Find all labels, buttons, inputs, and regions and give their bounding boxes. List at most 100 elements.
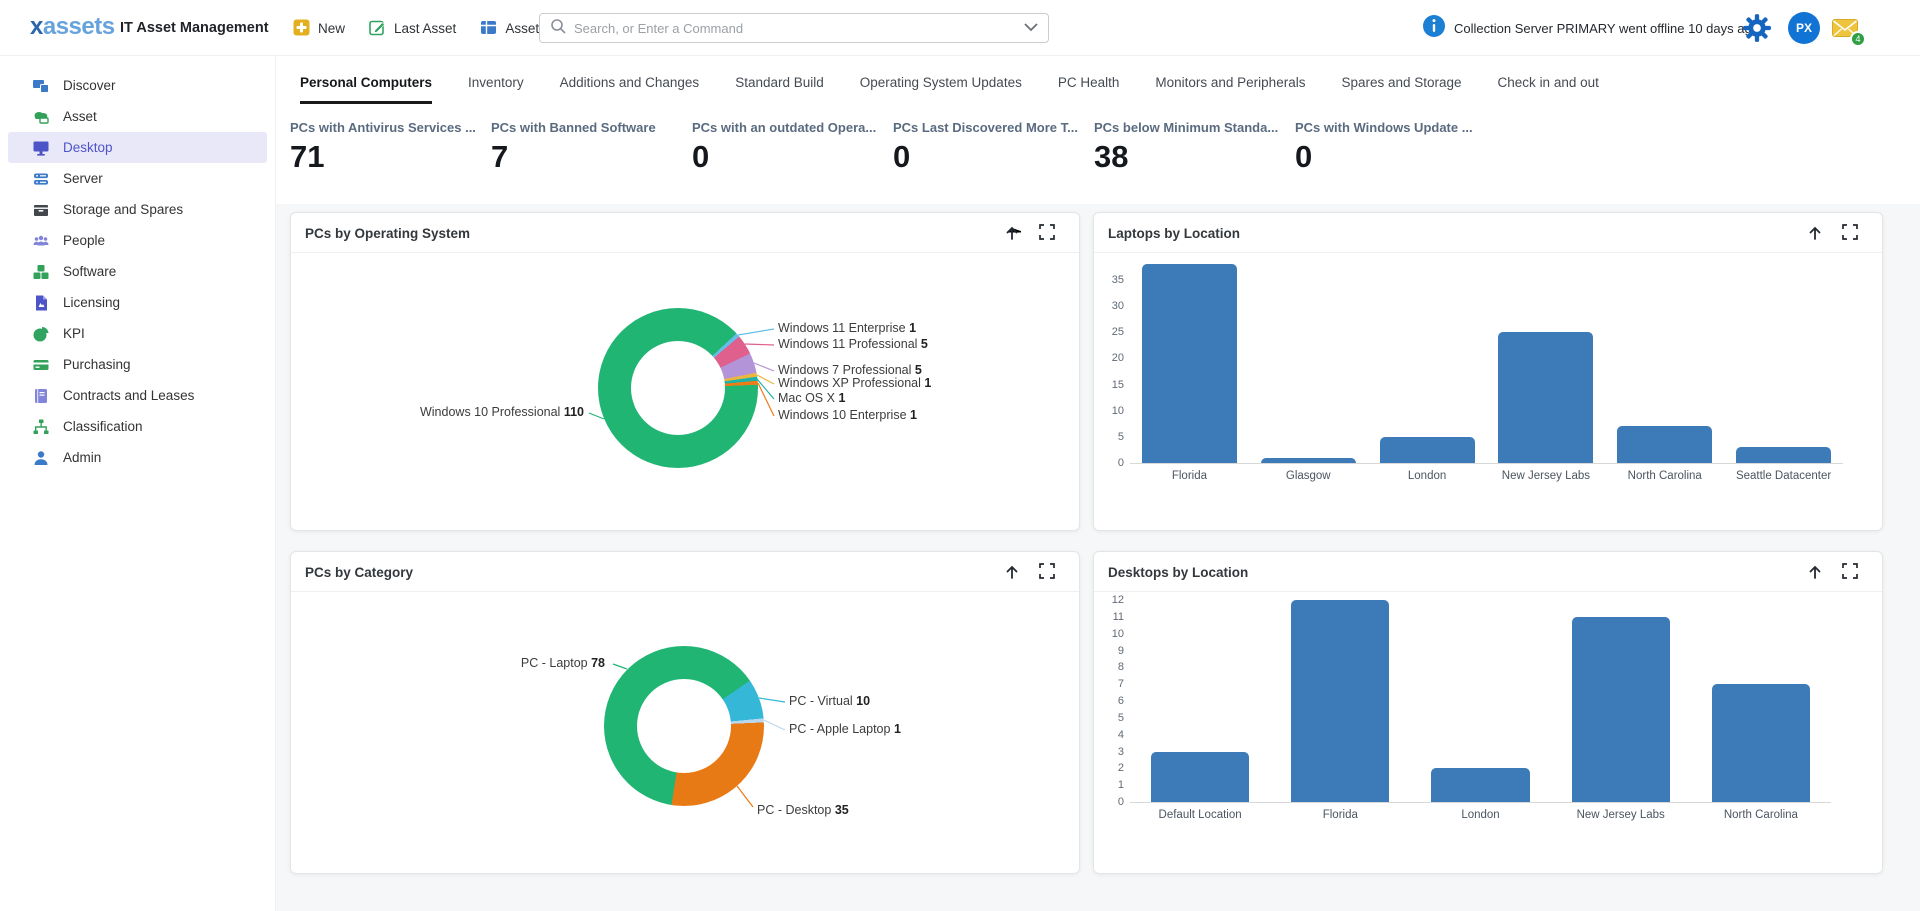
last-asset-button[interactable]: Last Asset xyxy=(369,19,456,37)
y-tick-label: 3 xyxy=(1098,745,1124,759)
card-desktops-by-location: Desktops by Location 0123456789101112Def… xyxy=(1093,551,1883,874)
export-arrow-icon[interactable] xyxy=(1003,224,1021,242)
sidebar-item-classification[interactable]: Classification xyxy=(8,411,267,442)
expand-icon[interactable] xyxy=(1039,563,1057,581)
y-tick-label: 30 xyxy=(1098,299,1124,313)
y-tick-label: 12 xyxy=(1098,593,1124,607)
leader-line xyxy=(754,363,774,371)
os-donut-chart[interactable] xyxy=(598,308,758,468)
desktops-bar-chart[interactable]: 0123456789101112Default LocationFloridaL… xyxy=(1130,590,1831,803)
sidebar-item-admin[interactable]: Admin xyxy=(8,442,267,473)
stat-outdated-os[interactable]: PCs with an outdated Opera...0 xyxy=(692,120,893,175)
sidebar-item-licensing[interactable]: Licensing xyxy=(8,287,267,318)
y-tick-label: 20 xyxy=(1098,351,1124,365)
bar-glasgow xyxy=(1261,458,1356,463)
tab-additions-and-changes[interactable]: Additions and Changes xyxy=(560,60,700,104)
monitor-icon xyxy=(32,139,50,157)
category-donut-chart[interactable] xyxy=(604,646,764,806)
sidebar: Discover Asset Desktop Server Storage an… xyxy=(0,56,276,911)
person-icon xyxy=(32,449,50,467)
bar-new-jersey-labs xyxy=(1572,617,1670,802)
y-tick-label: 15 xyxy=(1098,378,1124,392)
stat-below-minimum[interactable]: PCs below Minimum Standa...38 xyxy=(1094,120,1295,175)
bar-florida xyxy=(1142,264,1237,463)
bar-london xyxy=(1380,437,1475,463)
xassets-logo[interactable]: xassets xyxy=(30,13,115,41)
leader-line xyxy=(757,375,774,384)
sidebar-item-server[interactable]: Server xyxy=(8,163,267,194)
people-icon xyxy=(32,232,50,250)
document-icon xyxy=(32,294,50,312)
new-button[interactable]: New xyxy=(293,19,345,37)
leader-line xyxy=(738,329,774,335)
sidebar-item-kpi[interactable]: KPI xyxy=(8,318,267,349)
bar-seattle-datacenter xyxy=(1736,447,1831,463)
sidebar-item-purchasing[interactable]: Purchasing xyxy=(8,349,267,380)
bar-north-carolina xyxy=(1712,684,1810,802)
plus-icon xyxy=(293,19,311,37)
storage-box-icon xyxy=(32,201,50,219)
sidebar-item-people[interactable]: People xyxy=(8,225,267,256)
gear-icon[interactable] xyxy=(1742,13,1772,48)
kpi-stats-row: PCs with Antivirus Services ...71 PCs wi… xyxy=(290,120,1496,175)
sidebar-item-discover[interactable]: Discover xyxy=(8,70,267,101)
leader-line xyxy=(613,664,627,669)
card-header: PCs by Category xyxy=(291,552,1079,592)
x-axis-label: London xyxy=(1411,809,1551,821)
stat-windows-update[interactable]: PCs with Windows Update ...0 xyxy=(1295,120,1496,175)
tab-monitors-and-peripherals[interactable]: Monitors and Peripherals xyxy=(1155,60,1305,104)
x-axis-label: New Jersey Labs xyxy=(1551,809,1691,821)
card-laptops-by-location: Laptops by Location 05101520253035Florid… xyxy=(1093,212,1883,531)
notification-text: Collection Server PRIMARY went offline 1… xyxy=(1454,21,1759,36)
sidebar-item-asset[interactable]: Asset xyxy=(8,101,267,132)
edit-icon xyxy=(369,19,387,37)
book-icon xyxy=(32,387,50,405)
donut-label: Windows 11 Enterprise 1 xyxy=(778,321,916,335)
sidebar-item-desktop[interactable]: Desktop xyxy=(8,132,267,163)
export-arrow-icon[interactable] xyxy=(1806,563,1824,581)
pie-chart-icon xyxy=(32,325,50,343)
tab-inventory[interactable]: Inventory xyxy=(468,60,524,104)
leader-line xyxy=(759,698,785,702)
tab-personal-computers[interactable]: Personal Computers xyxy=(300,60,432,104)
expand-icon[interactable] xyxy=(1842,224,1860,242)
stat-antivirus[interactable]: PCs with Antivirus Services ...71 xyxy=(290,120,491,175)
stat-banned-software[interactable]: PCs with Banned Software7 xyxy=(491,120,692,175)
card-pcs-by-category: PCs by Category PC - Laptop 78 PC - Virt… xyxy=(290,551,1080,874)
x-axis-label: Florida xyxy=(1270,809,1410,821)
info-icon[interactable] xyxy=(1423,15,1445,42)
tab-spares-and-storage[interactable]: Spares and Storage xyxy=(1341,60,1461,104)
sidebar-item-contracts-and-leases[interactable]: Contracts and Leases xyxy=(8,380,267,411)
export-arrow-icon[interactable] xyxy=(1003,563,1021,581)
y-tick-label: 5 xyxy=(1098,430,1124,444)
y-tick-label: 6 xyxy=(1098,694,1124,708)
y-tick-label: 4 xyxy=(1098,728,1124,742)
card-header: PCs by Operating System xyxy=(291,213,1079,253)
search-box[interactable] xyxy=(539,13,1049,43)
y-tick-label: 0 xyxy=(1098,795,1124,809)
table-grid-icon xyxy=(480,19,498,37)
stat-last-discovered[interactable]: PCs Last Discovered More T...0 xyxy=(893,120,1094,175)
laptops-bar-chart[interactable]: 05101520253035FloridaGlasgowLondonNew Je… xyxy=(1130,259,1843,464)
sidebar-item-software[interactable]: Software xyxy=(8,256,267,287)
sidebar-item-storage-and-spares[interactable]: Storage and Spares xyxy=(8,194,267,225)
avatar[interactable]: PX xyxy=(1788,12,1820,44)
quick-toolbar: New Last Asset Asset List xyxy=(293,0,564,56)
y-tick-label: 9 xyxy=(1098,644,1124,658)
export-arrow-icon[interactable] xyxy=(1806,224,1824,242)
expand-icon[interactable] xyxy=(1039,224,1057,242)
search-input[interactable] xyxy=(574,21,1024,36)
bar-default-location xyxy=(1151,752,1249,802)
tab-check-in-and-out[interactable]: Check in and out xyxy=(1498,60,1599,104)
app-window: xassets IT Asset Management New Last Ass… xyxy=(0,0,1920,911)
notification-banner: Collection Server PRIMARY went offline 1… xyxy=(1423,0,1759,56)
tab-standard-build[interactable]: Standard Build xyxy=(735,60,824,104)
bar-north-carolina xyxy=(1617,426,1712,463)
tab-pc-health[interactable]: PC Health xyxy=(1058,60,1120,104)
bar-new-jersey-labs xyxy=(1498,332,1593,463)
y-tick-label: 2 xyxy=(1098,761,1124,775)
credit-card-icon xyxy=(32,356,50,374)
chevron-down-icon[interactable] xyxy=(1024,19,1038,37)
expand-icon[interactable] xyxy=(1842,563,1860,581)
tab-operating-system-updates[interactable]: Operating System Updates xyxy=(860,60,1022,104)
